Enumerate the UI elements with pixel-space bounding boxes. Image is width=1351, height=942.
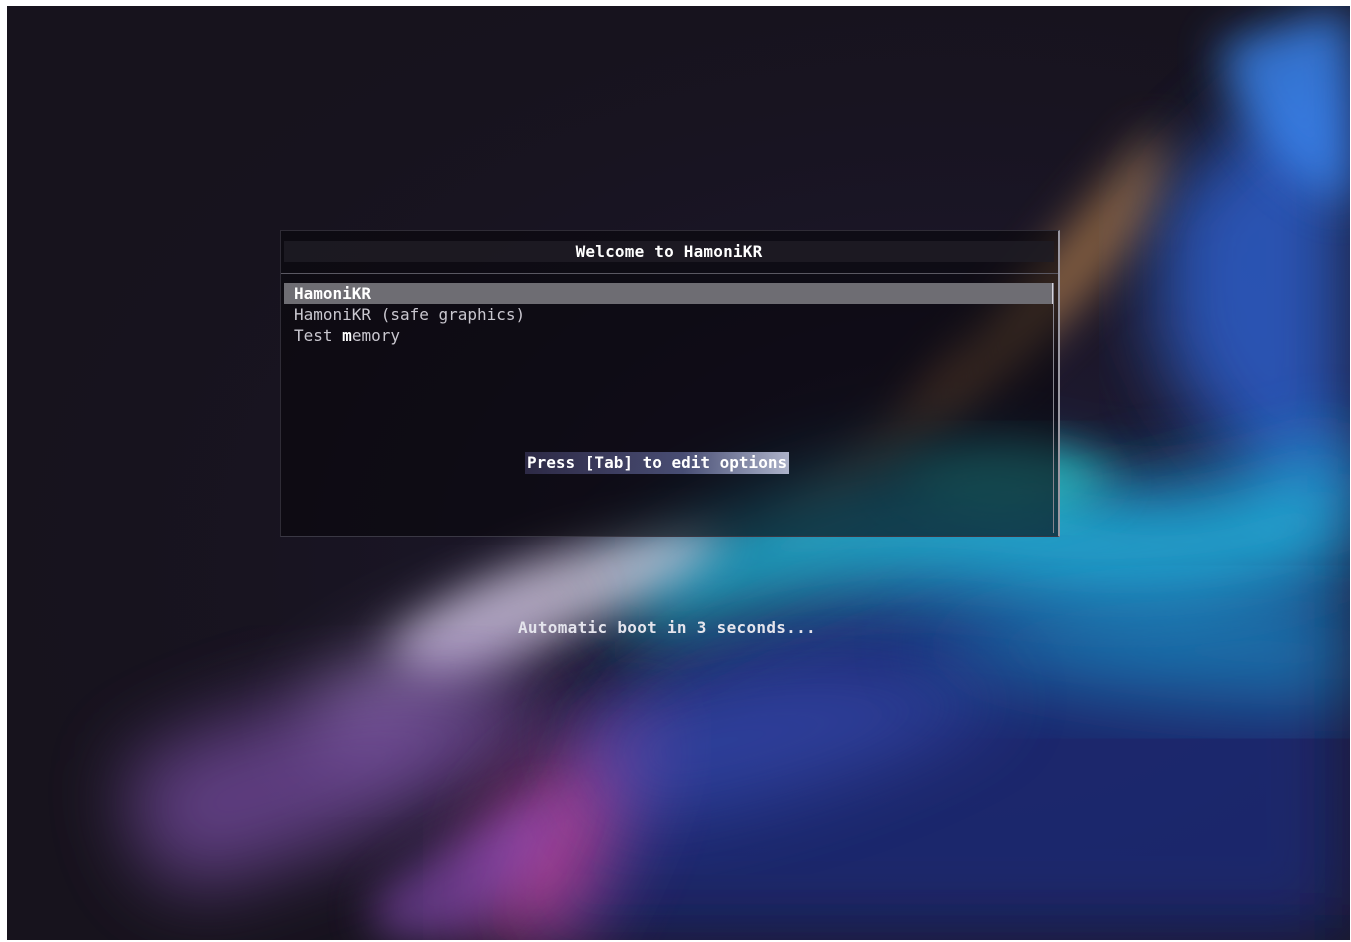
menu-item-hamonikr-safe-graphics[interactable]: HamoniKR (safe graphics) (284, 304, 1054, 325)
menu-item-test-memory-hotkey: m (342, 326, 352, 345)
menu-title: Welcome to HamoniKR (284, 241, 1054, 262)
menu-item-test-memory-suffix: emory (351, 326, 400, 345)
menu-right-border (1053, 283, 1054, 533)
title-separator (281, 273, 1058, 274)
boot-screen: Welcome to HamoniKR HamoniKR HamoniKR (s… (7, 6, 1350, 940)
boot-menu-list: HamoniKR HamoniKR (safe graphics) Test m… (284, 283, 1054, 346)
menu-item-test-memory[interactable]: Test memory (284, 325, 1054, 346)
boot-menu: Welcome to HamoniKR HamoniKR HamoniKR (s… (280, 230, 1060, 537)
countdown-text: Automatic boot in 3 seconds... (518, 618, 816, 637)
menu-item-test-memory-prefix: Test (294, 326, 343, 345)
menu-item-hamonikr[interactable]: HamoniKR (284, 283, 1054, 304)
help-text: Press [Tab] to edit options (525, 452, 790, 474)
